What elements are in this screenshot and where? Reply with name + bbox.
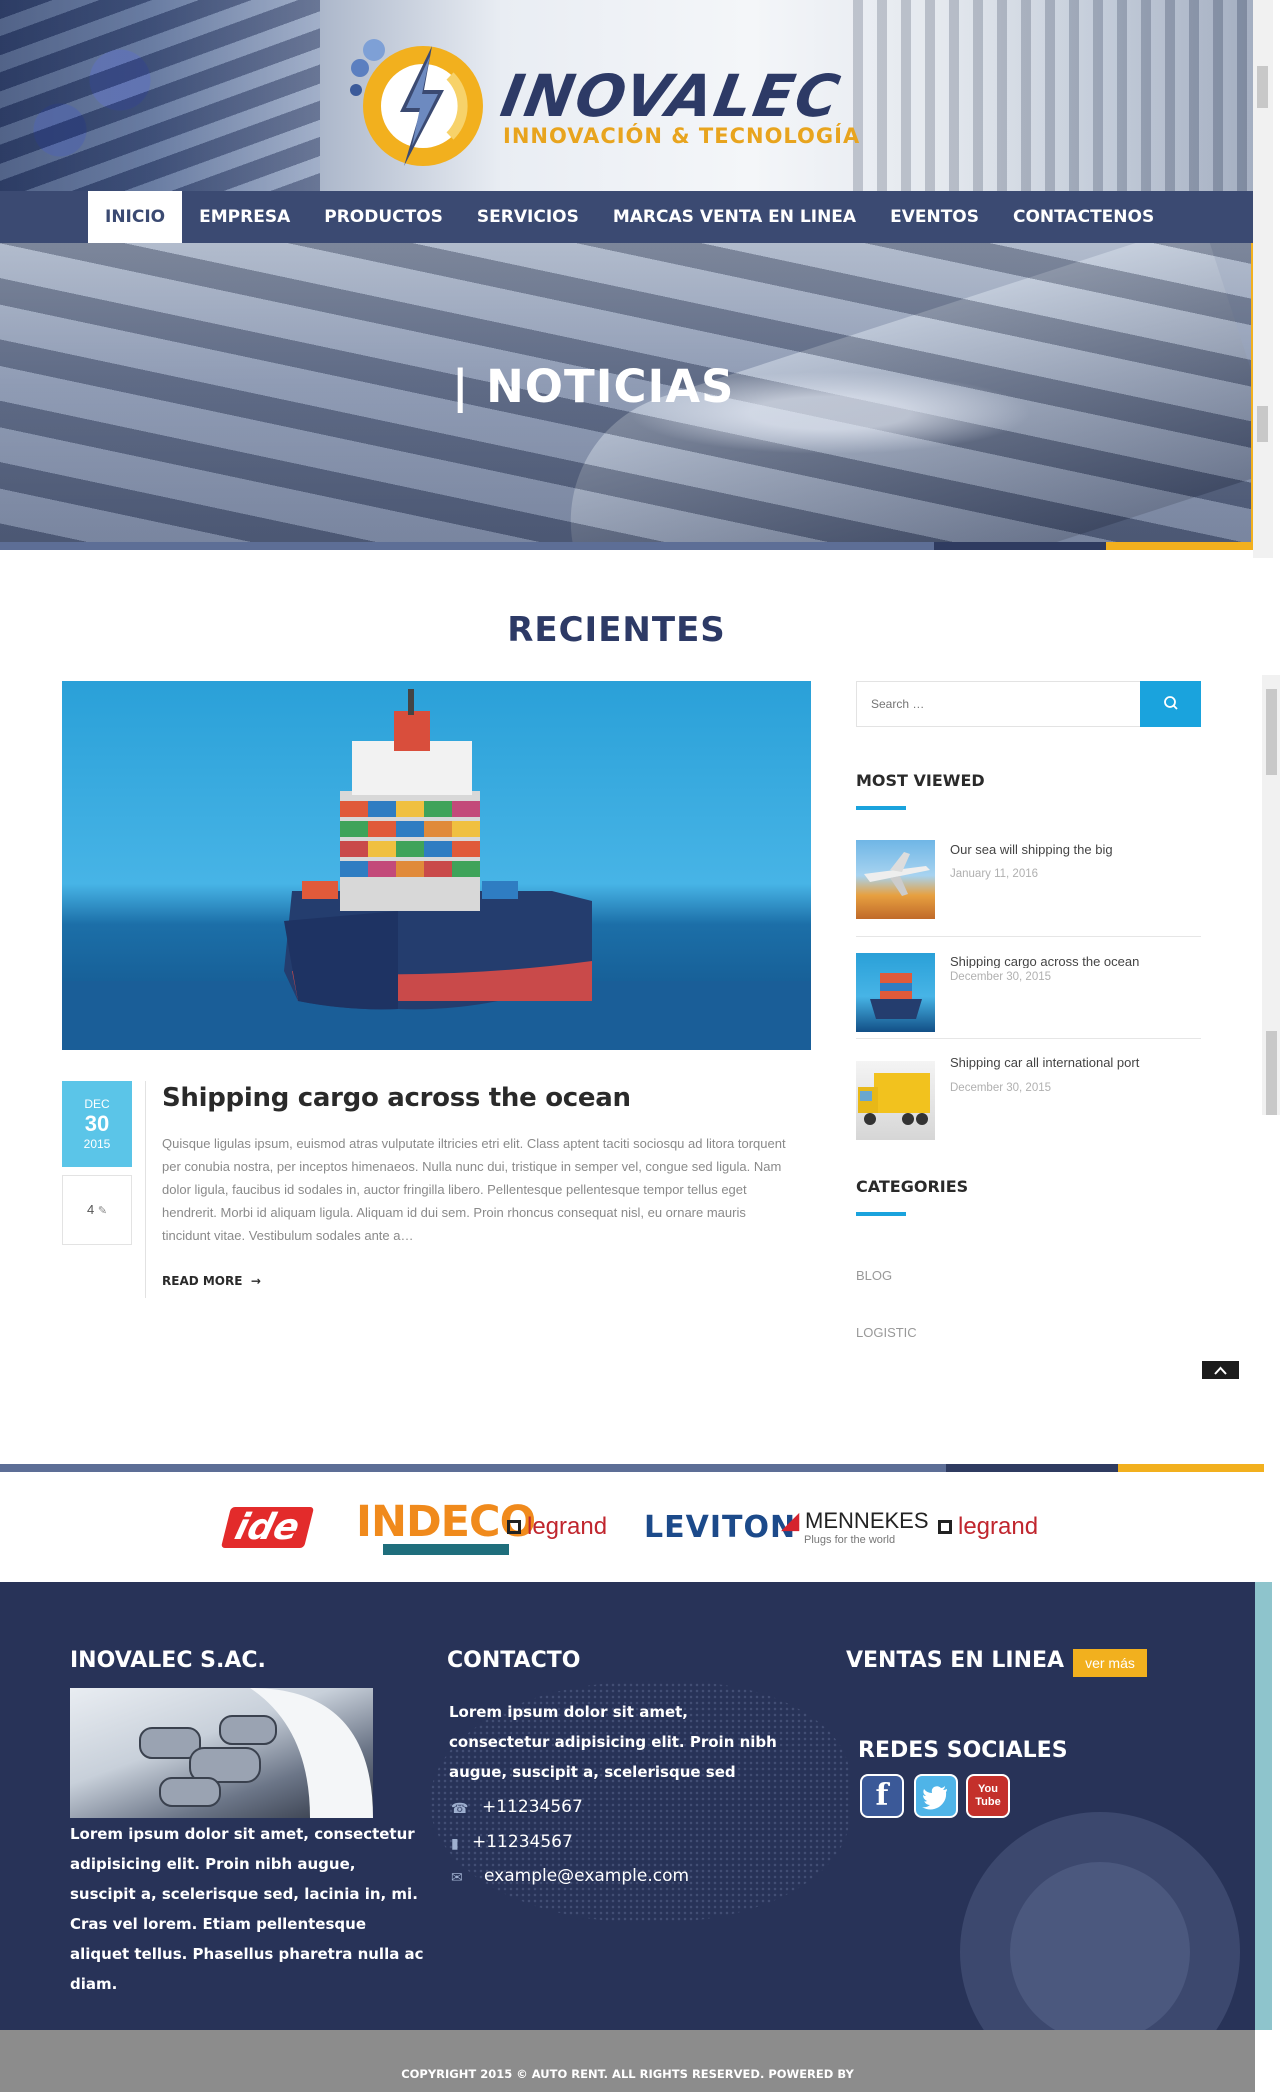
logo-emblem-icon [350, 39, 483, 166]
most-viewed-date: December 30, 2015 [950, 1082, 1052, 1094]
category-link-blog[interactable]: BLOG [856, 1268, 892, 1283]
nav-item-marcas-venta-en-linea[interactable]: MARCAS VENTA EN LINEA [596, 191, 873, 243]
post-date-day: 30 [84, 1111, 110, 1136]
site-logo[interactable]: INOVALEC INNOVACIÓN & TECNOLOGÍA [340, 22, 900, 172]
back-to-top-button[interactable] [1202, 1361, 1239, 1379]
comment-count: 4 [86, 1202, 95, 1217]
footer-email[interactable]: example@example.com [484, 1866, 689, 1886]
brand-logo-legrand[interactable]: legrand [507, 1472, 607, 1582]
mobile-icon: ▮ [451, 1835, 459, 1851]
post-date-badge: DEC 30 2015 [62, 1081, 132, 1167]
sidebar-scrollbar[interactable] [1262, 675, 1280, 1115]
footer-company-image [70, 1688, 373, 1818]
most-viewed-title: Shipping car all international port [950, 1055, 1140, 1070]
header-machinery-image-left [0, 0, 320, 191]
nav-item-empresa[interactable]: EMPRESA [182, 191, 307, 243]
copyright-text: COPYRIGHT 2015 © AUTO RENT. ALL RIGHTS R… [401, 2067, 854, 2081]
footer-company-text: Lorem ipsum dolor sit amet, consectetur … [70, 1825, 424, 1993]
hero-accent-bar [0, 542, 1253, 550]
post-excerpt: Quisque ligulas ipsum, euismod atras vul… [162, 1136, 786, 1243]
read-more-label: READ MORE [162, 1274, 243, 1288]
page-title: | NOTICIAS [452, 360, 735, 413]
nav-item-servicios[interactable]: SERVICIOS [460, 191, 596, 243]
most-viewed-date: December 30, 2015 [950, 971, 1052, 983]
header-scrollbar[interactable] [1253, 0, 1273, 558]
logo-tagline: INNOVACIÓN & TECNOLOGÍA [503, 124, 861, 148]
section-title: RECIENTES [507, 610, 726, 650]
brands-accent-bar [0, 1464, 1264, 1472]
most-viewed-thumb [856, 840, 935, 919]
most-viewed-title: Shipping cargo across the ocean [950, 954, 1140, 968]
brand-logo-ide[interactable]: ide [220, 1472, 314, 1582]
brand-logo-leviton[interactable]: LEVITON [644, 1472, 796, 1582]
category-link-logistic[interactable]: LOGISTIC [856, 1325, 917, 1340]
logo-name: INOVALEC [496, 62, 847, 130]
chevron-up-icon [1214, 1366, 1227, 1375]
arrow-right-icon: → [246, 1274, 261, 1288]
main-nav: INICIO EMPRESA PRODUCTOS SERVICIOS MARCA… [0, 191, 1253, 243]
nav-item-inicio[interactable]: INICIO [88, 191, 183, 243]
search-form [856, 681, 1201, 727]
facebook-icon[interactable]: f [860, 1774, 904, 1818]
page-hero-banner: | NOTICIAS [0, 243, 1253, 550]
post-featured-image[interactable] [62, 681, 811, 1050]
search-button[interactable] [1140, 681, 1201, 727]
phone-icon: ☎ [451, 1800, 469, 1816]
cargo-ship-image [62, 689, 811, 1050]
brand-logo-mennekes[interactable]: ◢ MENNEKES Plugs for the world [782, 1472, 929, 1582]
post-comment-count[interactable]: 4 ✎ [62, 1175, 132, 1245]
nav-item-productos[interactable]: PRODUCTOS [307, 191, 460, 243]
most-viewed-title: Our sea will shipping the big [950, 842, 1113, 857]
nav-item-contactenos[interactable]: CONTACTENOS [996, 191, 1171, 243]
header-machinery-image-right [853, 0, 1253, 191]
most-viewed-item[interactable]: Our sea will shipping the big January 11… [856, 835, 1201, 937]
most-viewed-thumb [856, 953, 935, 1032]
most-viewed-item[interactable]: Shipping cargo across the ocean December… [856, 937, 1201, 1039]
brand-logos-strip: ide INDECO legrand LEVITON ◢ MENNEKES Pl… [0, 1472, 1264, 1582]
most-viewed-title: MOST VIEWED [856, 771, 985, 790]
footer-social-title: REDES SOCIALES [858, 1738, 1068, 1763]
envelope-icon: ✉ [451, 1869, 463, 1885]
post-title[interactable]: Shipping cargo across the ocean [162, 1083, 631, 1113]
post-date-year: 2015 [83, 1137, 111, 1151]
nav-item-eventos[interactable]: EVENTOS [873, 191, 996, 243]
page: INOVALEC INNOVACIÓN & TECNOLOGÍA INICIO … [0, 0, 1280, 2092]
most-viewed-date: January 11, 2016 [950, 868, 1039, 880]
footer-phone-2[interactable]: +11234567 [472, 1832, 573, 1852]
copyright-bar: COPYRIGHT 2015 © AUTO RENT. ALL RIGHTS R… [0, 2030, 1255, 2092]
youtube-icon[interactable]: You Tube [966, 1774, 1010, 1818]
twitter-icon[interactable] [914, 1774, 958, 1818]
footer-company-title: INOVALEC S.AC. [70, 1648, 266, 1673]
footer-phone-1[interactable]: +11234567 [482, 1797, 583, 1817]
most-viewed-item[interactable]: Shipping car all international port Dece… [856, 1039, 1201, 1141]
brand-logo-legrand-2[interactable]: legrand [938, 1472, 1038, 1582]
post-date-month: DEC [84, 1097, 110, 1111]
search-input[interactable] [857, 682, 1140, 726]
footer-contact-title: CONTACTO [447, 1648, 581, 1673]
ver-mas-button[interactable]: ver más [1073, 1649, 1147, 1677]
site-header: INOVALEC INNOVACIÓN & TECNOLOGÍA [0, 0, 1253, 191]
most-viewed-thumb [856, 1061, 935, 1140]
categories-title: CATEGORIES [856, 1177, 969, 1196]
search-icon [1163, 695, 1178, 710]
footer-online-sales-title: VENTAS EN LINEA [846, 1648, 1065, 1673]
read-more-link[interactable]: READ MORE → [162, 1274, 261, 1288]
footer-contact-text: Lorem ipsum dolor sit amet, consectetur … [449, 1703, 777, 1781]
comment-icon: ✎ [97, 1205, 108, 1217]
